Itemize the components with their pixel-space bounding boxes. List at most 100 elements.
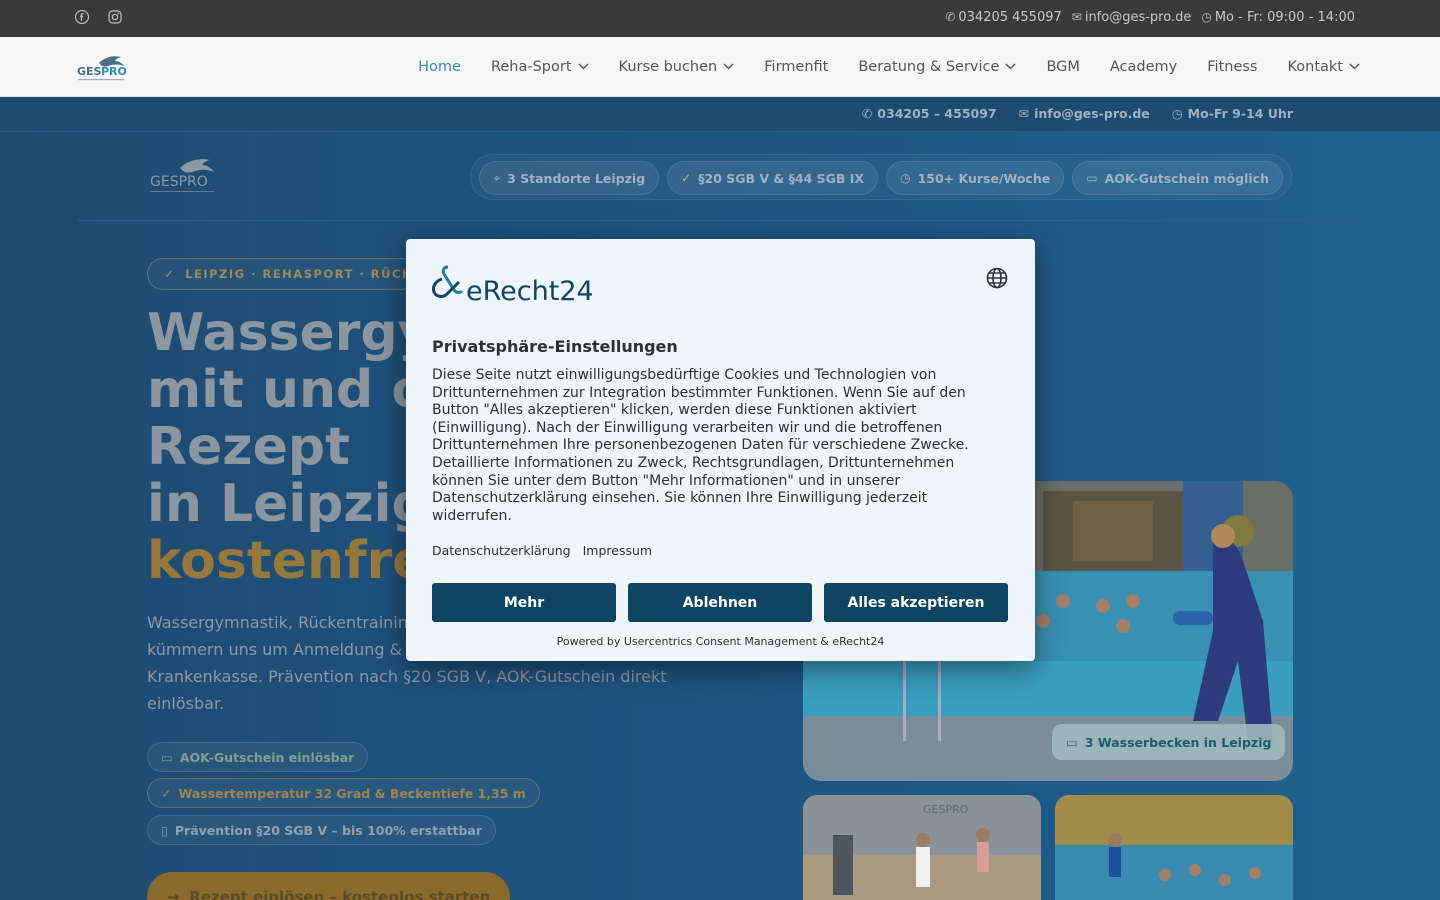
subbar-phone-text: 034205 – 455097 [877, 106, 997, 121]
hero-brand-row: GESPRO ⌖ 3 Standorte Leipzig ✓ §20 SGB V &… [78, 132, 1364, 221]
svg-text:GES: GES [77, 65, 102, 78]
chip-label: AOK-Gutschein einlösbar [179, 749, 355, 765]
facebook-icon[interactable] [74, 9, 90, 28]
nav-item-reha-sport[interactable]: Reha-Sport [491, 59, 589, 75]
pill-label: 150+ Kurse/Woche [917, 170, 1051, 186]
phone-icon: ✆ [861, 106, 873, 121]
lead-line: Krankenkasse. Prävention nach §20 SGB V,… [147, 667, 667, 686]
chip-water: ✓ Wassertemperatur 32 Grad & Beckentiefe … [147, 778, 540, 808]
chip-aok: ▭ AOK-Gutschein einlösbar [147, 742, 369, 772]
mail-icon: ✉ [1071, 10, 1082, 24]
chip-praevention: ▯ Prävention §20 SGB V – bis 100% erstatt… [147, 815, 497, 845]
nav-label: Kontakt [1287, 59, 1343, 75]
pool-badge-label: 3 Wasserbecken in Leipzig [1084, 734, 1272, 750]
clock-icon: ◷ [1201, 10, 1212, 24]
phone-icon: ✆ [945, 10, 956, 24]
imprint-link[interactable]: Impressum [583, 543, 652, 558]
topbar-email-text: info@ges-pro.de [1084, 10, 1192, 25]
lead-line: einlösbar. [147, 694, 225, 713]
nav-label: BGM [1046, 59, 1080, 75]
nav-item-bgm[interactable]: BGM [1046, 59, 1079, 75]
nav-label: Beratung & Service [858, 59, 1000, 75]
subbar-email[interactable]: ✉ info@ges-pro.de [1019, 106, 1150, 121]
aqua-class-photo [1055, 795, 1293, 900]
mail-icon: ✉ [1018, 106, 1030, 121]
feature-pills: ⌖ 3 Standorte Leipzig ✓ §20 SGB V & §44 SG… [470, 154, 1292, 200]
nav-item-home[interactable]: Home [418, 59, 461, 75]
chevron-down-icon [1005, 62, 1016, 73]
chevron-down-icon [723, 62, 734, 73]
topbar-hours: ◷ Mo - Fr: 09:00 - 14:00 [1201, 10, 1355, 25]
topbar-contact: ✆ 034205 455097 ✉ info@ges-pro.de ◷ Mo - Fr… [945, 10, 1355, 25]
subbar-hours: ◷ Mo-Fr 9-14 Uhr [1172, 106, 1293, 121]
card-icon: ▭ [161, 749, 173, 765]
consent-dialog: eRecht24 Privatsphäre-Einstellungen Dies… [406, 239, 1035, 661]
pill-label: AOK-Gutschein möglich [1104, 170, 1269, 186]
check-icon: ✓ [164, 267, 176, 281]
hero-contact-bar: ✆ 034205 – 455097 ✉ info@ges-pro.de ◷ Mo-Fr… [0, 97, 1440, 132]
privacy-policy-link[interactable]: Datenschutzerklärung [432, 543, 571, 558]
headline-line: Rezept [147, 417, 350, 477]
consent-body: Diese Seite nutzt einwilligungsbedürftig… [432, 367, 969, 524]
nav-item-firmenfit[interactable]: Firmenfit [764, 59, 828, 75]
pill-label: 3 Standorte Leipzig [507, 170, 646, 186]
nav-label: Kurse buchen [618, 59, 718, 75]
tagline-text: LEIPZIG · REHASPORT · RÜCKEN [185, 267, 417, 281]
instagram-icon[interactable] [108, 10, 122, 28]
pill-aok: ▭ AOK-Gutschein möglich [1072, 161, 1283, 195]
pool-badge: ▭ 3 Wasserbecken in Leipzig [1052, 724, 1286, 760]
topbar-email[interactable]: ✉ info@ges-pro.de [1072, 10, 1192, 25]
gespro-logo[interactable]: GES PRO [77, 51, 129, 85]
chevron-down-icon [1349, 62, 1360, 73]
consent-buttons: Mehr Ablehnen Alles akzeptieren [432, 583, 1008, 622]
cta-label: Rezept einlösen – kostenlos starten [189, 888, 491, 900]
gym-photo: GESPRO [803, 795, 1041, 900]
globe-icon[interactable] [985, 266, 1009, 290]
subbar-email-text: info@ges-pro.de [1034, 106, 1150, 121]
powered-by: Powered by Usercentrics Consent Manageme… [556, 635, 885, 648]
more-button[interactable]: Mehr [432, 583, 616, 622]
cta-button[interactable]: → Rezept einlösen – kostenlos starten [147, 872, 510, 900]
svg-text:PRO: PRO [101, 65, 127, 78]
hero-tagline: ✓ LEIPZIG · REHASPORT · RÜCKEN [147, 258, 417, 290]
pill-standorte: ⌖ 3 Standorte Leipzig [479, 161, 660, 195]
topbar-phone-text: 034205 455097 [958, 10, 1062, 25]
consent-title: Privatsphäre-Einstellungen [432, 337, 678, 356]
chip-label: Prävention §20 SGB V – bis 100% erstattb… [174, 822, 483, 838]
check-circle-icon: ✓ [681, 171, 692, 185]
subbar-hours-text: Mo-Fr 9-14 Uhr [1187, 106, 1293, 121]
pill-label: §20 SGB V & §44 SGB IX [698, 170, 865, 186]
headline-highlight: kostenfre [147, 531, 428, 591]
nav-label: Academy [1109, 59, 1178, 75]
nav-item-academy[interactable]: Academy [1110, 59, 1177, 75]
topbar-phone[interactable]: ✆ 034205 455097 [945, 10, 1061, 25]
nav-label: Home [418, 59, 461, 75]
gespro-logo[interactable]: GESPRO [148, 154, 220, 198]
location-pin-icon: ⌖ [493, 170, 501, 185]
svg-text:GESPRO: GESPRO [923, 803, 969, 816]
svg-text:GESPRO: GESPRO [150, 174, 208, 190]
topbar-hours-text: Mo - Fr: 09:00 - 14:00 [1214, 10, 1355, 25]
chevron-down-icon [578, 62, 589, 73]
chip-label: Wassertemperatur 32 Grad & Beckentiefe 1… [178, 785, 526, 801]
nav-item-kontakt[interactable]: Kontakt [1287, 59, 1360, 75]
headline-line: Wassergy [147, 303, 432, 363]
nav-item-fitness[interactable]: Fitness [1207, 59, 1257, 75]
pill-kurse: ◷ 150+ Kurse/Woche [886, 161, 1065, 195]
card-icon: ▭ [1086, 171, 1098, 185]
hero-headline: Wassergy mit und o Rezept in Leipzig kos… [147, 305, 432, 590]
nav-label: Firmenfit [764, 59, 829, 75]
clock-icon: ◷ [900, 171, 911, 185]
main-nav: GES PRO Home Reha-Sport Kurse buchen Fir… [0, 37, 1440, 97]
decline-button[interactable]: Ablehnen [628, 583, 812, 622]
nav-item-kurse-buchen[interactable]: Kurse buchen [619, 59, 735, 75]
headline-line: mit und o [147, 360, 428, 420]
consent-links: Datenschutzerklärung Impressum [432, 543, 652, 558]
nav-item-beratung-service[interactable]: Beratung & Service [858, 59, 1016, 75]
nav-label: Fitness [1207, 59, 1258, 75]
accept-all-button[interactable]: Alles akzeptieren [824, 583, 1008, 622]
subbar-phone[interactable]: ✆ 034205 – 455097 [862, 106, 997, 121]
nav-menu: Home Reha-Sport Kurse buchen Firmenfit B… [418, 37, 1360, 97]
nav-label: Reha-Sport [490, 59, 572, 75]
headline-line: in Leipzig [147, 474, 429, 534]
